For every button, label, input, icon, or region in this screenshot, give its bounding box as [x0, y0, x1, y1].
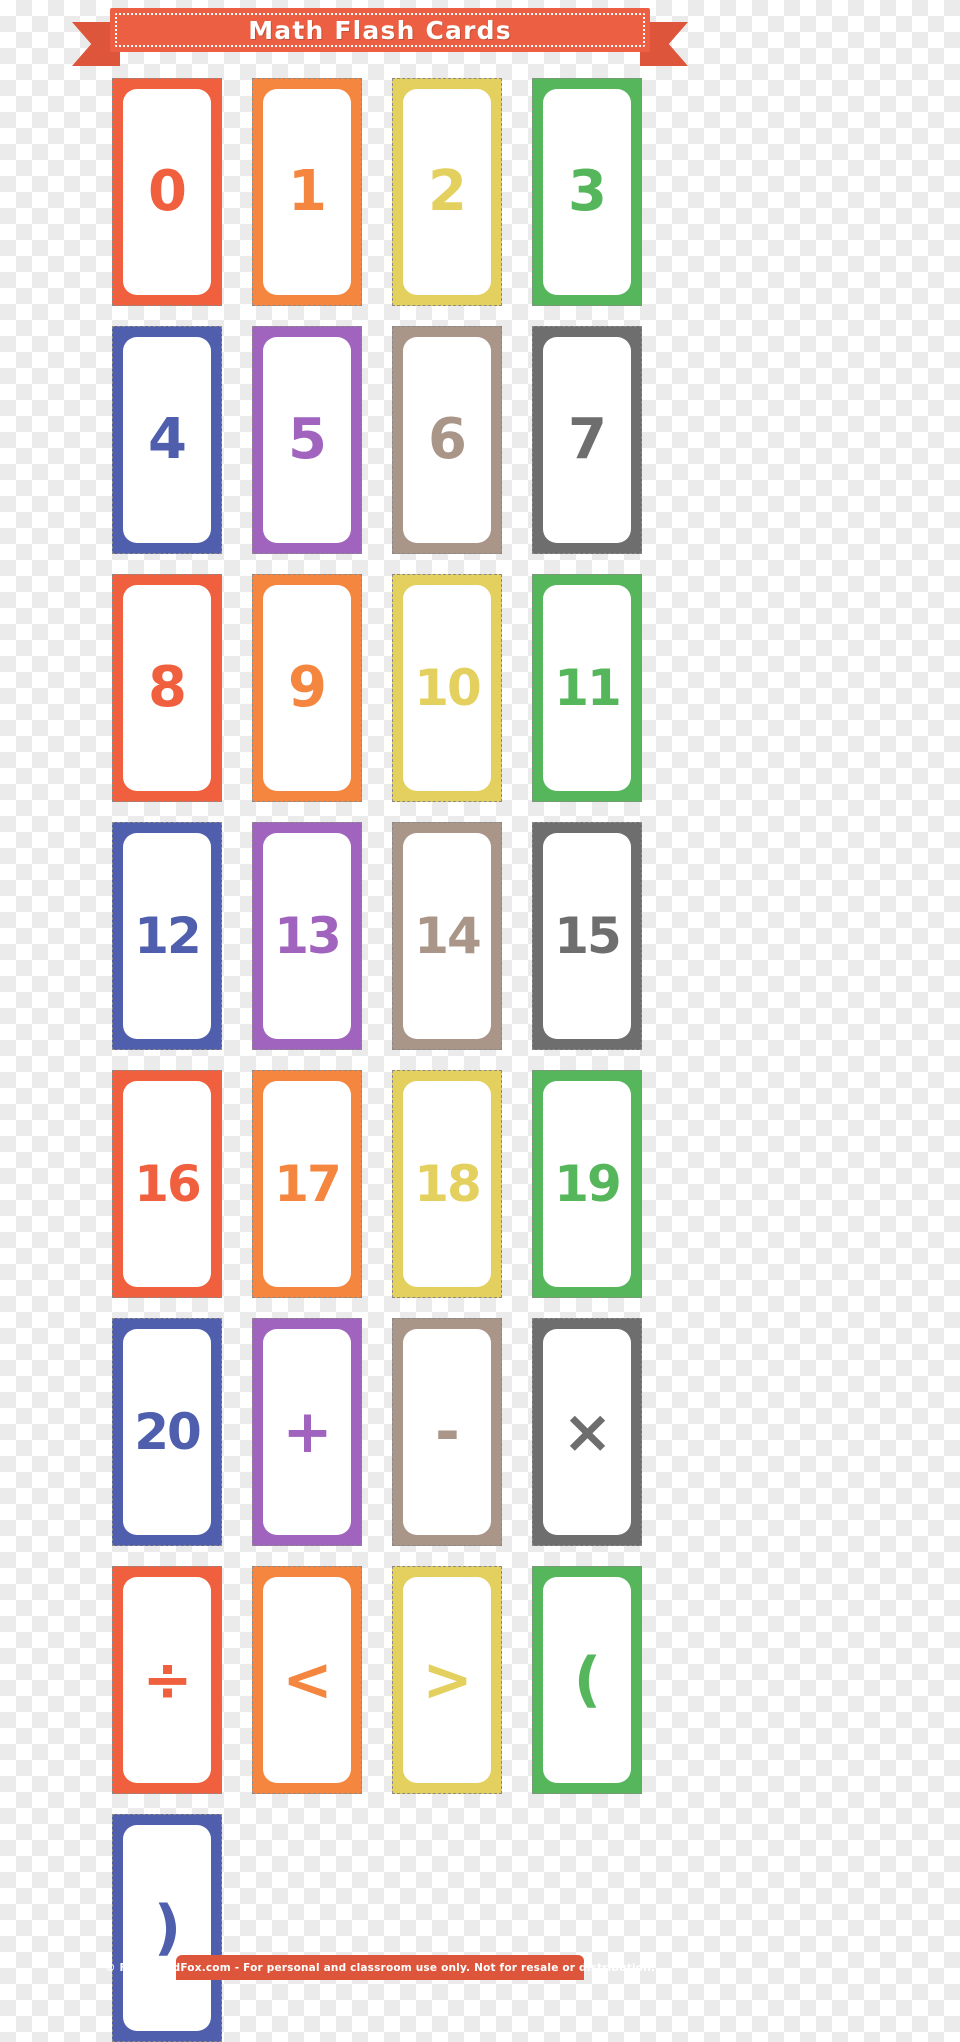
flash-card-grid: 0 1 2 3 4 5 6 7 8 9 10 11 12 13 14 15 16 17 18 19 20 + - × ÷ < >(): [112, 78, 672, 2042]
flash-card[interactable]: 2: [392, 78, 502, 306]
flash-card-face: +: [263, 1329, 351, 1535]
flash-card-face: 7: [543, 337, 631, 543]
flash-card-face: ): [123, 1825, 211, 2031]
flash-card-label: -: [435, 1397, 460, 1467]
flash-card-label: 7: [568, 407, 607, 472]
flash-card[interactable]: 3: [532, 78, 642, 306]
flash-card[interactable]: ×: [532, 1318, 642, 1546]
flash-card-label: 0: [148, 159, 187, 224]
flash-card-label: (: [573, 1645, 601, 1715]
flash-card-label: 12: [134, 907, 202, 965]
flash-card-face: 9: [263, 585, 351, 791]
flash-card-face: 3: [543, 89, 631, 295]
flash-card-label: 2: [428, 159, 467, 224]
flash-card[interactable]: ): [112, 1814, 222, 2042]
header-banner: Math Flash Cards: [72, 8, 688, 66]
flash-card-face: -: [403, 1329, 491, 1535]
flash-card[interactable]: 4: [112, 326, 222, 554]
flash-card[interactable]: 18: [392, 1070, 502, 1298]
flash-card-face: <: [263, 1577, 351, 1783]
flash-card[interactable]: 0: [112, 78, 222, 306]
flash-card[interactable]: 17: [252, 1070, 362, 1298]
flash-card-label: 10: [414, 659, 482, 717]
flash-card-label: <: [282, 1645, 332, 1715]
flash-card-label: ×: [562, 1397, 612, 1467]
flash-card-label: +: [282, 1397, 332, 1467]
flash-card-face: >: [403, 1577, 491, 1783]
flash-card-label: 16: [134, 1155, 202, 1213]
flash-card-label: 8: [148, 655, 187, 720]
page-title: Math Flash Cards: [248, 15, 512, 45]
flash-card-label: 1: [288, 159, 327, 224]
flash-card[interactable]: +: [252, 1318, 362, 1546]
flash-card-label: 9: [288, 655, 327, 720]
flash-card-label: 15: [554, 907, 622, 965]
flash-card-face: 16: [123, 1081, 211, 1287]
flash-card-face: 14: [403, 833, 491, 1039]
flash-card-label: 4: [148, 407, 187, 472]
flash-card-label: ): [153, 1893, 181, 1963]
flash-card-face: 10: [403, 585, 491, 791]
flash-card[interactable]: 11: [532, 574, 642, 802]
flash-card-label: 11: [554, 659, 622, 717]
flash-card-label: >: [422, 1645, 472, 1715]
flash-card-label: 3: [568, 159, 607, 224]
ribbon-body: Math Flash Cards: [110, 8, 650, 52]
flash-card[interactable]: 6: [392, 326, 502, 554]
flash-card-face: 19: [543, 1081, 631, 1287]
flash-card-face: 17: [263, 1081, 351, 1287]
flash-card-label: 5: [288, 407, 327, 472]
flash-card[interactable]: -: [392, 1318, 502, 1546]
flash-card-face: 15: [543, 833, 631, 1039]
flash-card-label: 17: [274, 1155, 342, 1213]
flash-card[interactable]: 14: [392, 822, 502, 1050]
flash-card[interactable]: 7: [532, 326, 642, 554]
flash-card[interactable]: (: [532, 1566, 642, 1794]
flash-card-face: 20: [123, 1329, 211, 1535]
flash-card-face: 4: [123, 337, 211, 543]
flash-card-face: 18: [403, 1081, 491, 1287]
flash-card-face: 2: [403, 89, 491, 295]
footer-copyright-text: © FlashCardFox.com - For personal and cl…: [104, 1961, 656, 1974]
flash-card[interactable]: 15: [532, 822, 642, 1050]
flash-card[interactable]: 16: [112, 1070, 222, 1298]
flash-card-face: 5: [263, 337, 351, 543]
flash-card-label: 6: [428, 407, 467, 472]
flash-card-face: ×: [543, 1329, 631, 1535]
flash-card-label: 13: [274, 907, 342, 965]
flash-card-face: 6: [403, 337, 491, 543]
flash-card-face: ÷: [123, 1577, 211, 1783]
flash-card-face: 13: [263, 833, 351, 1039]
flash-card[interactable]: 10: [392, 574, 502, 802]
flash-card-face: 8: [123, 585, 211, 791]
flash-card[interactable]: >: [392, 1566, 502, 1794]
flash-card-face: 1: [263, 89, 351, 295]
flash-card[interactable]: <: [252, 1566, 362, 1794]
flash-card[interactable]: 20: [112, 1318, 222, 1546]
flash-card[interactable]: 19: [532, 1070, 642, 1298]
flash-card[interactable]: 13: [252, 822, 362, 1050]
flash-card[interactable]: 12: [112, 822, 222, 1050]
flash-card-face: 11: [543, 585, 631, 791]
flash-card-face: 0: [123, 89, 211, 295]
flash-card-face: 12: [123, 833, 211, 1039]
flash-card[interactable]: 5: [252, 326, 362, 554]
flash-card[interactable]: 8: [112, 574, 222, 802]
flash-card-label: ÷: [142, 1645, 192, 1715]
footer-bar: © FlashCardFox.com - For personal and cl…: [105, 1955, 655, 1980]
flash-card[interactable]: ÷: [112, 1566, 222, 1794]
flash-card-label: 19: [554, 1155, 622, 1213]
flash-card[interactable]: 9: [252, 574, 362, 802]
flash-card-face: (: [543, 1577, 631, 1783]
flash-card-label: 20: [134, 1403, 202, 1461]
flash-card-label: 14: [414, 907, 482, 965]
flash-card[interactable]: 1: [252, 78, 362, 306]
flash-card-label: 18: [414, 1155, 482, 1213]
